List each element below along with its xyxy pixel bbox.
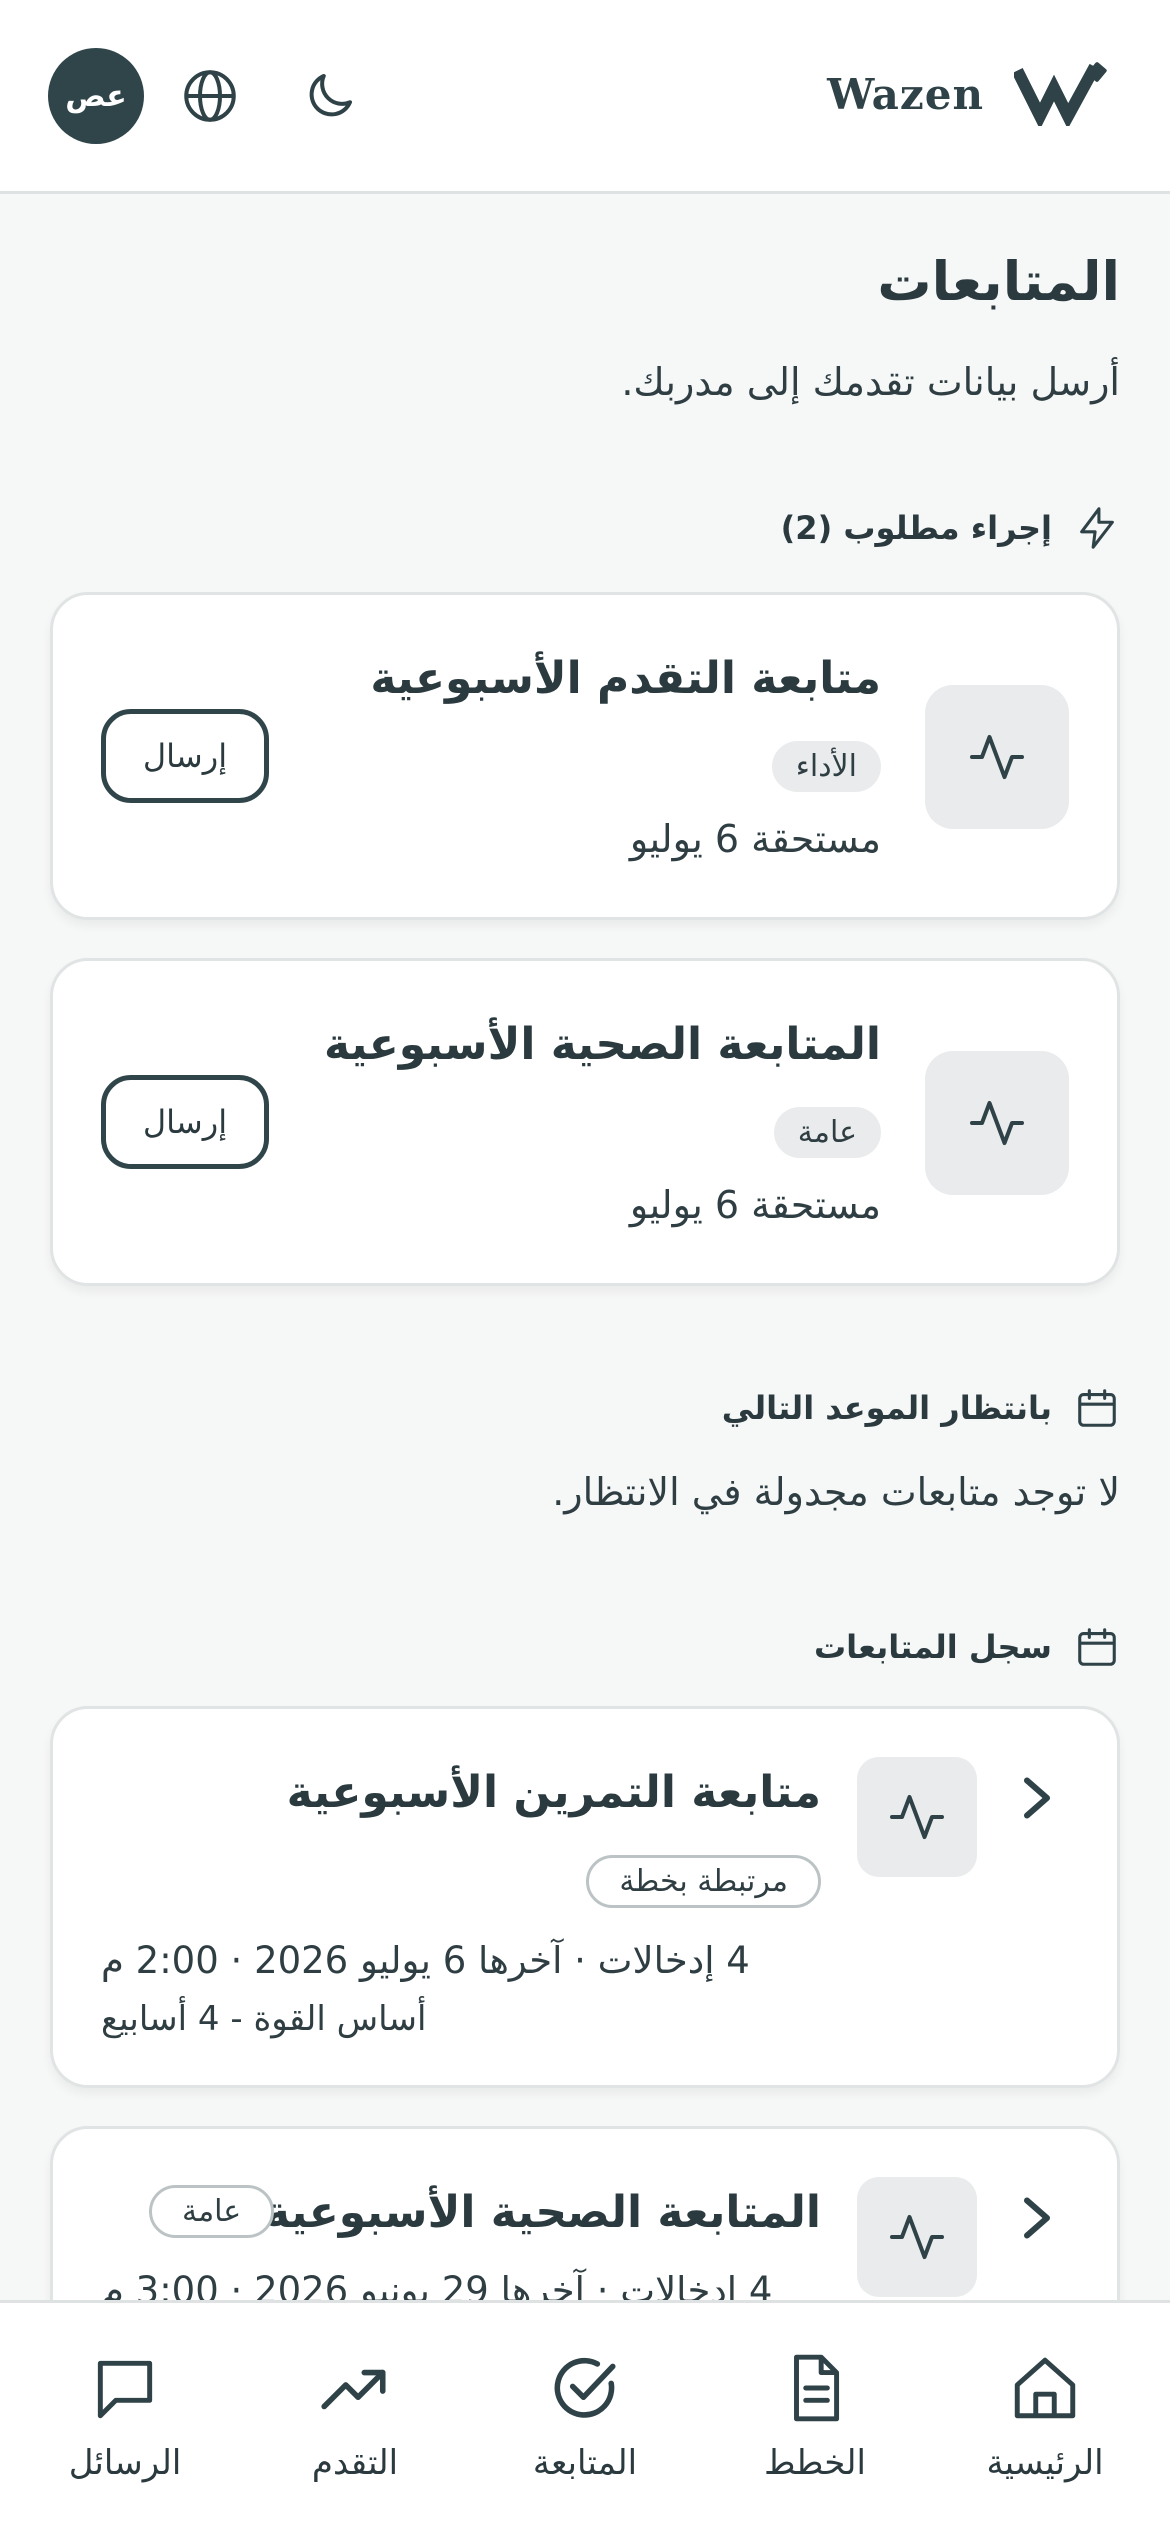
empty-state-text: لا توجد متابعات مجدولة في الانتظار. [552, 1470, 1120, 1514]
nav-item-progress[interactable]: التقدم [240, 2351, 470, 2483]
activity-icon [970, 735, 1024, 779]
globe-icon[interactable] [180, 66, 240, 126]
history-label: سجل المتابعات [814, 1628, 1052, 1666]
top-header: Wazen عص [0, 0, 1170, 194]
history-card[interactable]: متابعة التمرين الأسبوعية مرتبطة بخطة 4 إ… [50, 1706, 1120, 2088]
calendar-icon [1078, 1628, 1116, 1666]
upcoming-heading: بانتظار الموعد التالي [722, 1385, 1120, 1431]
due-date: مستحقة 6 يوليو [629, 1183, 881, 1227]
category-badge: عامة [773, 1107, 881, 1158]
nav-item-checkin[interactable]: المتابعة [470, 2351, 700, 2483]
action-card[interactable]: متابعة التقدم الأسبوعية الأداء مستحقة 6 … [50, 592, 1120, 920]
nav-item-plans[interactable]: الخطط [700, 2351, 930, 2483]
page-title: المتابعات [877, 250, 1120, 313]
action-card[interactable]: المتابعة الصحية الأسبوعية عامة مستحقة 6 … [50, 958, 1120, 1286]
check-circle-icon [554, 2357, 616, 2418]
activity-icon [970, 1101, 1024, 1145]
entries-meta: 4 إدخالات · آخرها 6 يوليو 2026 · 2:00 م [101, 1939, 750, 1982]
brand[interactable]: Wazen [827, 62, 1114, 126]
nav-label: المتابعة [532, 2443, 638, 2483]
chevron-right-icon[interactable] [1017, 1773, 1057, 1823]
checkins-screen: Wazen عص المتابعات أرسل بيانات تقدمك إلى… [0, 0, 1170, 2532]
plan-linked-badge: مرتبطة بخطة [586, 1855, 821, 1908]
nav-label: الرسائل [68, 2443, 182, 2483]
card-title: متابعة التمرين الأسبوعية [286, 1767, 821, 1818]
nav-label: الخطط [764, 2443, 866, 2483]
card-title: المتابعة الصحية الأسبوعية [324, 1019, 881, 1070]
trend-up-icon [321, 2369, 386, 2410]
chevron-right-icon[interactable] [1017, 2193, 1057, 2243]
nav-label: الرئيسية [986, 2443, 1104, 2483]
action-required-heading: إجراء مطلوب (2) [781, 505, 1120, 551]
document-icon [794, 2354, 840, 2422]
action-required-label: إجراء مطلوب (2) [780, 509, 1052, 547]
send-button[interactable]: إرسال [101, 709, 269, 803]
calendar-icon [1078, 1389, 1116, 1427]
card-icon-box [925, 685, 1069, 829]
upcoming-label: بانتظار الموعد التالي [721, 1389, 1052, 1427]
nav-label: التقدم [311, 2443, 399, 2483]
nav-item-home[interactable]: الرئيسية [930, 2351, 1160, 2483]
activity-icon [890, 2215, 944, 2259]
card-icon-box [857, 2177, 977, 2297]
category-badge: عامة [149, 2185, 275, 2238]
nav-item-messages[interactable]: الرسائل [10, 2351, 240, 2483]
avatar[interactable]: عص [48, 48, 144, 144]
page-subtitle: أرسل بيانات تقدمك إلى مدربك. [621, 360, 1120, 404]
wazen-logo-icon [1014, 62, 1107, 126]
moon-icon[interactable] [300, 66, 360, 126]
category-badge: الأداء [771, 741, 881, 792]
brand-name: Wazen [827, 69, 984, 119]
card-title: المتابعة الصحية الأسبوعية [264, 2187, 821, 2238]
send-button[interactable]: إرسال [101, 1075, 269, 1169]
due-date: مستحقة 6 يوليو [629, 817, 881, 861]
card-icon-box [925, 1051, 1069, 1195]
card-icon-box [857, 1757, 977, 1877]
history-heading: سجل المتابعات [814, 1624, 1120, 1670]
chat-icon [97, 2360, 153, 2419]
home-icon [1014, 2357, 1076, 2419]
lightning-icon [1080, 507, 1114, 549]
card-title: متابعة التقدم الأسبوعية [370, 653, 881, 704]
activity-icon [890, 1795, 944, 1839]
bottom-navigation: الرسائل التقدم المتابعة الخطط الرئيسية [0, 2300, 1170, 2532]
plan-name: أساس القوة - 4 أسابيع [101, 1999, 427, 2039]
